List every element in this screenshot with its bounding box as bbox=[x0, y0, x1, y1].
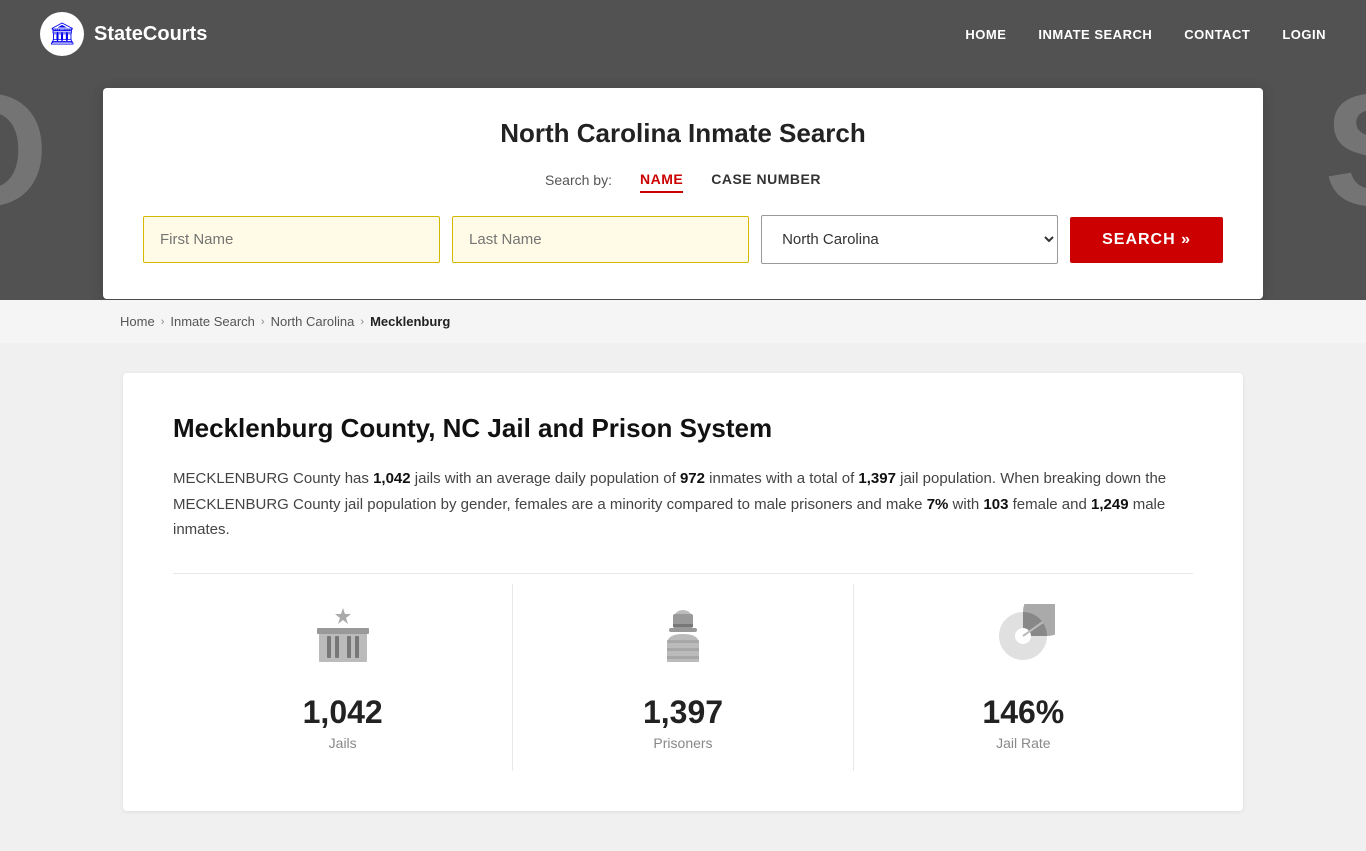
nav-home[interactable]: HOME bbox=[965, 27, 1006, 42]
search-card-title: North Carolina Inmate Search bbox=[143, 118, 1223, 149]
breadcrumb-sep-2: › bbox=[261, 316, 265, 328]
stat-prisoners-label: Prisoners bbox=[653, 735, 712, 751]
stat-total-pop-inline: 1,397 bbox=[858, 470, 896, 487]
stat-jails: 1,042 Jails bbox=[173, 584, 513, 771]
breadcrumb-sep-1: › bbox=[161, 316, 165, 328]
stat-jails-inline: 1,042 bbox=[373, 470, 411, 487]
stat-female-inline: 103 bbox=[983, 496, 1008, 513]
content-description: MECKLENBURG County has 1,042 jails with … bbox=[173, 466, 1193, 543]
tab-case-number-button[interactable]: CASE NUMBER bbox=[711, 167, 821, 193]
content-title: Mecklenburg County, NC Jail and Prison S… bbox=[173, 413, 1193, 444]
logo-icon: 🏛 bbox=[40, 12, 84, 56]
first-name-input[interactable] bbox=[143, 216, 440, 263]
stat-rate-label: Jail Rate bbox=[996, 735, 1050, 751]
nav-links: HOME INMATE SEARCH CONTACT LOGIN bbox=[965, 27, 1326, 42]
stat-prisoners-number: 1,397 bbox=[643, 694, 723, 731]
nav-contact[interactable]: CONTACT bbox=[1184, 27, 1250, 42]
breadcrumb-inmate-search[interactable]: Inmate Search bbox=[170, 314, 255, 329]
main-content: Mecklenburg County, NC Jail and Prison S… bbox=[103, 343, 1263, 851]
search-button[interactable]: SEARCH » bbox=[1070, 217, 1223, 263]
search-by-label: Search by: bbox=[545, 172, 612, 188]
nav-inmate-search[interactable]: INMATE SEARCH bbox=[1038, 27, 1152, 42]
state-select[interactable]: North Carolina Alabama Alaska Arizona Ar… bbox=[761, 215, 1058, 264]
prisoner-icon bbox=[651, 604, 715, 682]
main-navbar: 🏛 StateCourts HOME INMATE SEARCH CONTACT… bbox=[0, 0, 1366, 68]
search-card-wrapper: North Carolina Inmate Search Search by: … bbox=[0, 88, 1366, 299]
search-form: North Carolina Alabama Alaska Arizona Ar… bbox=[143, 215, 1223, 264]
stat-pct-inline: 7% bbox=[927, 496, 949, 513]
rate-icon bbox=[991, 604, 1055, 682]
search-card: North Carolina Inmate Search Search by: … bbox=[103, 88, 1263, 299]
stat-jails-label: Jails bbox=[329, 735, 357, 751]
breadcrumb-current: Mecklenburg bbox=[370, 314, 450, 329]
stat-avg-pop-inline: 972 bbox=[680, 470, 705, 487]
stat-jails-number: 1,042 bbox=[303, 694, 383, 731]
last-name-input[interactable] bbox=[452, 216, 749, 263]
breadcrumb-sep-3: › bbox=[360, 316, 364, 328]
stats-row: 1,042 Jails bbox=[173, 573, 1193, 771]
stat-male-inline: 1,249 bbox=[1091, 496, 1129, 513]
stat-rate-number: 146% bbox=[982, 694, 1064, 731]
stat-prisoners: 1,397 Prisoners bbox=[513, 584, 853, 771]
tab-name-button[interactable]: NAME bbox=[640, 167, 683, 193]
breadcrumb-state[interactable]: North Carolina bbox=[271, 314, 355, 329]
jail-icon bbox=[311, 604, 375, 682]
breadcrumb-home[interactable]: Home bbox=[120, 314, 155, 329]
stat-rate: 146% Jail Rate bbox=[854, 584, 1193, 771]
nav-login[interactable]: LOGIN bbox=[1282, 27, 1326, 42]
logo-link[interactable]: 🏛 StateCourts bbox=[40, 12, 207, 56]
content-card: Mecklenburg County, NC Jail and Prison S… bbox=[123, 373, 1243, 811]
site-name: StateCourts bbox=[94, 23, 207, 46]
search-tabs: Search by: NAME CASE NUMBER bbox=[143, 167, 1223, 193]
breadcrumb: Home › Inmate Search › North Carolina › … bbox=[0, 300, 1366, 343]
